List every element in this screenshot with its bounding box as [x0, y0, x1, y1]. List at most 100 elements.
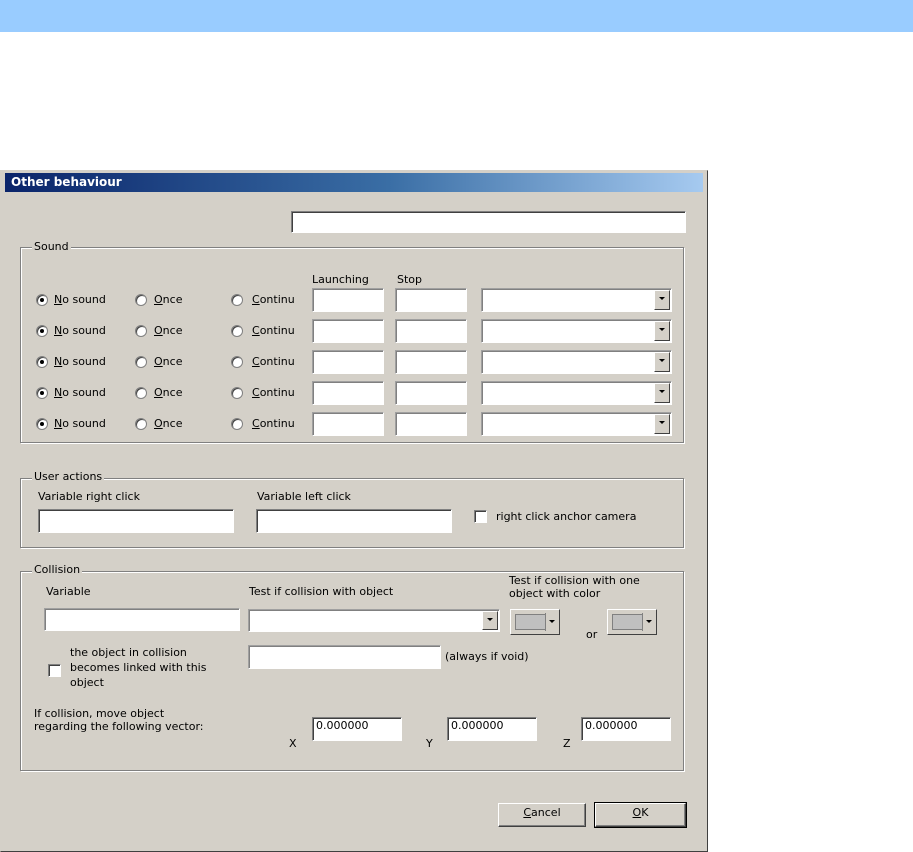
once-label: Once [154, 355, 183, 368]
collision-variable-field[interactable] [44, 608, 240, 631]
test-object-label: Test if collision with object [249, 585, 394, 598]
user-actions-group-label: User actions [32, 470, 105, 483]
divider [642, 613, 643, 631]
top-banner [0, 0, 913, 32]
right-click-field[interactable] [38, 509, 234, 533]
chevron-down-icon[interactable] [654, 383, 670, 403]
launching-field[interactable] [312, 350, 384, 374]
color-swatch-2 [612, 614, 643, 630]
no-sound-radio[interactable] [36, 418, 48, 430]
stop-field[interactable] [395, 412, 467, 436]
continu-radio[interactable] [231, 294, 243, 306]
continu-label: Continu [252, 355, 295, 368]
anchor-camera-label: right click anchor camera [496, 510, 637, 523]
launching-field[interactable] [312, 381, 384, 405]
chevron-down-icon[interactable] [654, 321, 670, 341]
once-label: Once [154, 293, 183, 306]
launching-field[interactable] [312, 288, 384, 312]
once-radio[interactable] [135, 325, 147, 337]
sound-file-select[interactable] [481, 288, 672, 312]
chevron-down-icon [549, 620, 555, 623]
no-sound-label: No sound [54, 293, 106, 306]
once-label: Once [154, 386, 183, 399]
chevron-down-icon[interactable] [482, 611, 498, 630]
stop-field[interactable] [395, 381, 467, 405]
no-sound-radio[interactable] [36, 294, 48, 306]
color-swatch-1 [515, 614, 546, 630]
left-click-label: Variable left click [257, 490, 351, 503]
ok-button[interactable]: OK [594, 802, 687, 828]
no-sound-label: No sound [54, 355, 106, 368]
no-sound-label: No sound [54, 417, 106, 430]
continu-label: Continu [252, 293, 295, 306]
sound-file-select[interactable] [481, 412, 672, 436]
stop-field[interactable] [395, 350, 467, 374]
z-field[interactable]: 0.000000 [581, 717, 671, 741]
launching-header: Launching [312, 273, 369, 286]
x-field[interactable]: 0.000000 [312, 717, 402, 741]
continu-radio[interactable] [231, 356, 243, 368]
divider [545, 613, 546, 631]
cancel-button-label: Cancel [523, 806, 561, 819]
launching-field[interactable] [312, 412, 384, 436]
color-picker-2[interactable] [607, 609, 657, 635]
other-behaviour-dialog: Other behaviour Sound Launching Stop No … [0, 170, 708, 852]
name-field[interactable] [291, 211, 686, 233]
once-label: Once [154, 417, 183, 430]
sound-file-select[interactable] [481, 381, 672, 405]
y-label: Y [426, 737, 433, 750]
right-click-label: Variable right click [38, 490, 140, 503]
chevron-down-icon[interactable] [654, 352, 670, 372]
always-if-void-label: (always if void) [445, 650, 529, 663]
move-label-1: If collision, move object [34, 707, 165, 720]
continu-radio[interactable] [231, 325, 243, 337]
or-label: or [586, 628, 598, 641]
x-label: X [289, 737, 297, 750]
once-label: Once [154, 324, 183, 337]
stop-field[interactable] [395, 319, 467, 343]
chevron-down-icon[interactable] [654, 414, 670, 434]
z-label: Z [563, 737, 571, 750]
dialog-title: Other behaviour [11, 175, 122, 189]
continu-label: Continu [252, 324, 295, 337]
chevron-down-icon [646, 620, 652, 623]
linked-label-1: the object in collision [70, 646, 187, 659]
continu-label: Continu [252, 386, 295, 399]
no-sound-radio[interactable] [36, 356, 48, 368]
ok-button-label: OK [632, 806, 649, 819]
variable-label: Variable [46, 585, 91, 598]
continu-radio[interactable] [231, 418, 243, 430]
move-label-2: regarding the following vector: [34, 720, 204, 733]
test-object-select[interactable] [248, 609, 500, 632]
y-field[interactable]: 0.000000 [447, 717, 537, 741]
linked-checkbox[interactable] [48, 664, 61, 677]
stop-field[interactable] [395, 288, 467, 312]
test-color-label-1: Test if collision with one [509, 574, 640, 587]
once-radio[interactable] [135, 356, 147, 368]
linked-field[interactable] [248, 645, 441, 669]
continu-label: Continu [252, 417, 295, 430]
no-sound-label: No sound [54, 386, 106, 399]
no-sound-label: No sound [54, 324, 106, 337]
title-bar[interactable]: Other behaviour [5, 173, 703, 192]
no-sound-radio[interactable] [36, 387, 48, 399]
sound-file-select[interactable] [481, 350, 672, 374]
once-radio[interactable] [135, 387, 147, 399]
stop-header: Stop [397, 273, 423, 286]
left-click-field[interactable] [256, 509, 452, 533]
collision-group-label: Collision [32, 563, 83, 576]
continu-radio[interactable] [231, 387, 243, 399]
linked-label-2: becomes linked with this [70, 661, 207, 674]
sound-file-select[interactable] [481, 319, 672, 343]
color-picker-1[interactable] [510, 609, 560, 635]
once-radio[interactable] [135, 294, 147, 306]
cancel-button[interactable]: Cancel [498, 803, 586, 827]
launching-field[interactable] [312, 319, 384, 343]
linked-label-3: object [70, 676, 104, 689]
no-sound-radio[interactable] [36, 325, 48, 337]
anchor-camera-checkbox[interactable] [474, 510, 487, 523]
test-color-label-2: object with color [509, 587, 601, 600]
sound-group-label: Sound [32, 240, 71, 253]
chevron-down-icon[interactable] [654, 290, 670, 310]
once-radio[interactable] [135, 418, 147, 430]
